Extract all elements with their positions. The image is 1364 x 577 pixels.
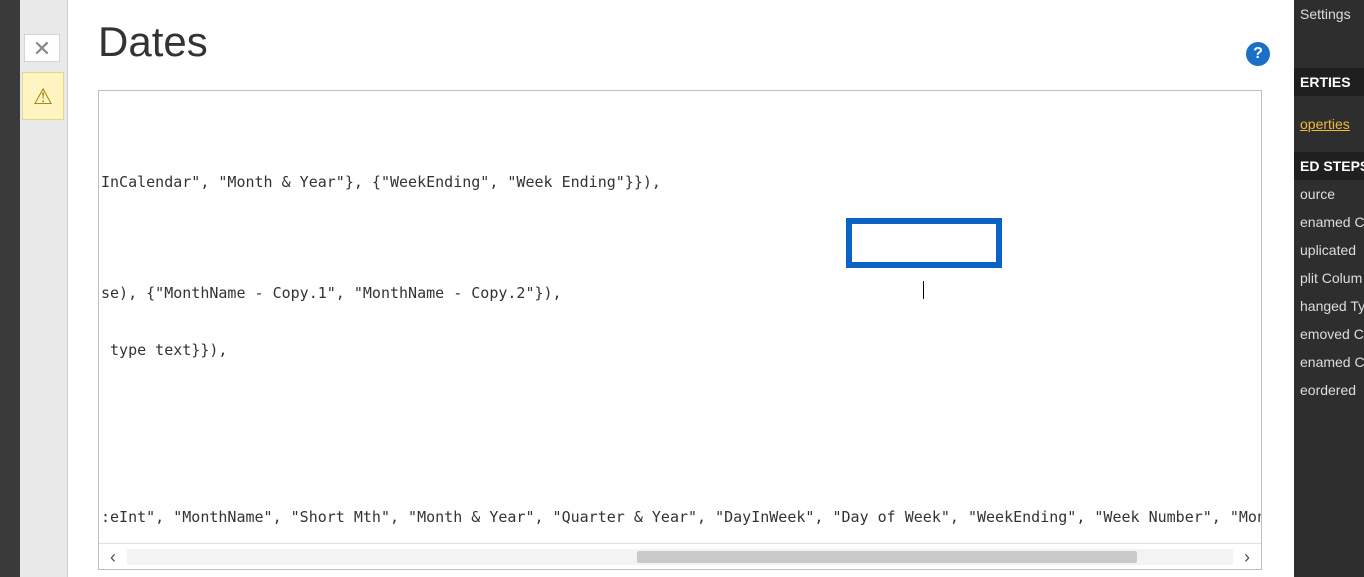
applied-step[interactable]: ource [1294,180,1364,208]
applied-step[interactable]: emoved C [1294,320,1364,348]
scroll-thumb[interactable] [637,551,1137,563]
applied-step[interactable]: enamed C [1294,208,1364,236]
code-line: type text}}), [99,341,1262,360]
scroll-right-button[interactable]: › [1233,544,1261,570]
code-line: :eInt", "MonthName", "Short Mth", "Month… [99,508,1262,527]
applied-step[interactable]: eordered [1294,376,1364,404]
editor-content[interactable]: InCalendar", "Month & Year"}, {"WeekEndi… [99,91,1262,531]
text-cursor [923,281,924,299]
code-line: InCalendar", "Month & Year"}, {"WeekEndi… [99,173,1262,192]
applied-step[interactable]: uplicated [1294,236,1364,264]
help-icon[interactable]: ? [1246,42,1270,66]
warning-icon: ⚠ [23,73,63,121]
horizontal-scrollbar[interactable]: ‹ › [99,543,1261,569]
dialog-title: Dates [98,18,208,66]
query-settings-panel: Settings ERTIES operties ED STEPS ourcee… [1294,0,1364,577]
window-left-strip [0,0,20,577]
warning-indicator[interactable]: ⚠ [22,72,64,120]
properties-header: ERTIES [1294,68,1364,96]
applied-step[interactable]: hanged Ty [1294,292,1364,320]
settings-title: Settings [1294,0,1364,28]
dialog-main: Dates ? InCalendar", "Month & Year"}, {"… [68,0,1294,577]
scroll-track[interactable] [127,549,1233,565]
all-properties-link[interactable]: operties [1294,110,1364,138]
applied-steps-header: ED STEPS [1294,152,1364,180]
applied-step[interactable]: enamed C [1294,348,1364,376]
close-icon[interactable]: ✕ [24,34,60,62]
advanced-editor[interactable]: InCalendar", "Month & Year"}, {"WeekEndi… [98,90,1262,570]
code-line: se), {"MonthName - Copy.1", "MonthName -… [99,284,1262,303]
scroll-left-button[interactable]: ‹ [99,544,127,570]
applied-step[interactable]: plit Colum [1294,264,1364,292]
